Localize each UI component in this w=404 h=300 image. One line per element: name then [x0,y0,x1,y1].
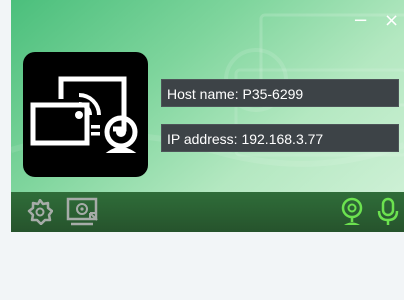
webcam-icon[interactable] [339,197,365,232]
screen-cast-icon[interactable] [66,197,100,232]
close-button[interactable]: × [384,12,399,30]
app-logo [23,52,148,177]
ip-address-field: IP address: 192.168.3.77 [161,124,399,152]
header-panel: − × Host name: P35-6299 IP address: 192.… [11,0,404,192]
host-name-field: Host name: P35-6299 [161,79,399,107]
app-window: − × Host name: P35-6299 IP address: 192.… [11,0,404,300]
bottom-toolbar [11,192,404,232]
microphone-icon[interactable] [377,197,399,232]
minimize-button[interactable]: − [353,12,368,30]
screen-cast-camera-logo-icon [30,76,138,153]
settings-icon[interactable] [27,198,54,230]
content-area [11,232,404,300]
